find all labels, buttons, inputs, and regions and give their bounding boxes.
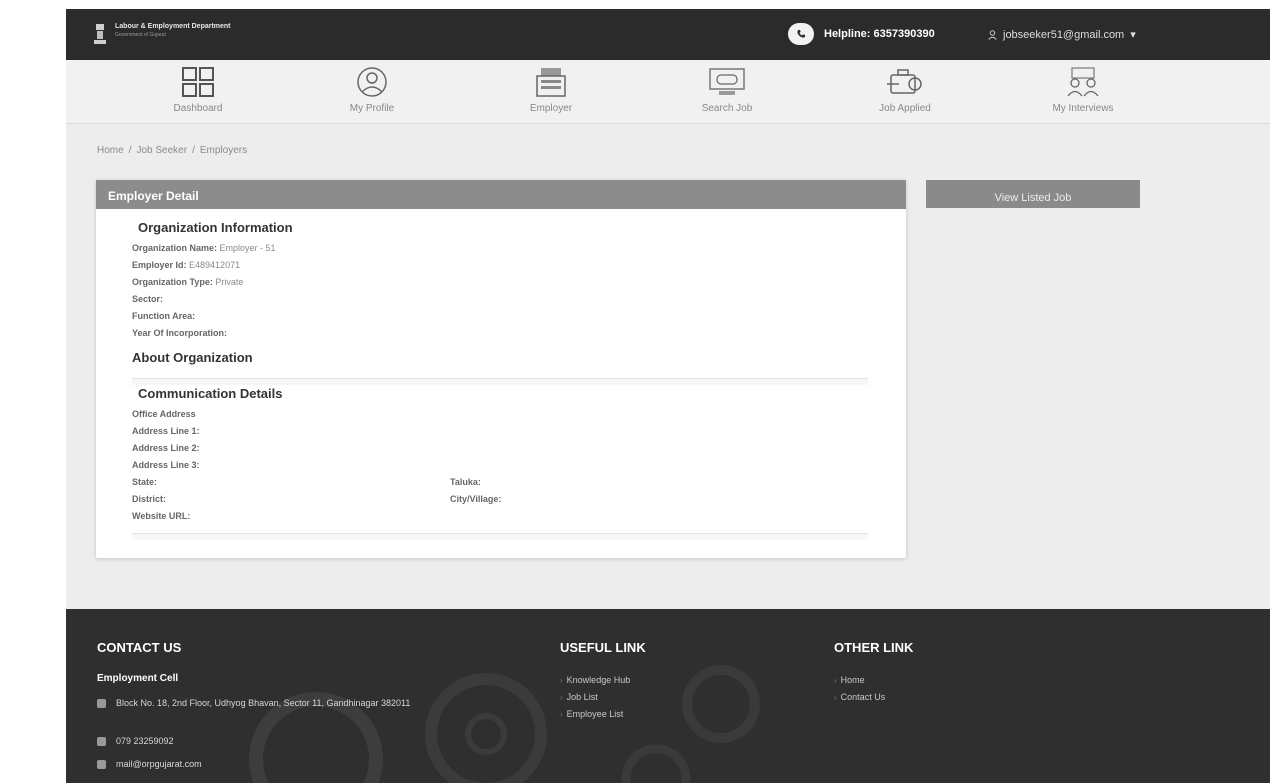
city-village-row: City/Village: [450,494,502,504]
org-info-title: Organization Information [138,220,293,235]
main-content: Home / Job Seeker / Employers Employer Detai… [66,124,1270,609]
location-pin-icon [97,699,106,708]
employer-id-row: Employer Id: E489412071 [132,260,241,270]
divider [132,533,868,540]
government-name: Government of Gujarat [115,32,166,38]
interview-people-icon [1067,67,1099,97]
link-contact-us[interactable]: › Contact Us [834,692,885,702]
breadcrumb-employers: Employers [199,145,248,156]
user-profile-icon [357,67,387,97]
dashboard-grid-icon [182,67,214,97]
search-job-monitor-icon [709,68,745,95]
phone-text: 079 23259092 [116,736,174,746]
about-org-title: About Organization [132,350,253,365]
communication-title: Communication Details [138,386,283,401]
chevron-down-icon: ▾ [1130,29,1136,41]
helpline-number: Helpline: 6357390390 [824,28,935,40]
breadcrumb-job-seeker[interactable]: Job Seeker [136,145,187,156]
mail-icon [97,760,106,769]
nav-my-interviews[interactable]: My Interviews [1023,66,1143,114]
gears-background-icon [249,665,760,783]
year-incorporation-row: Year Of Incorporation: [132,328,228,338]
other-link-heading: OTHER LINK [834,640,914,655]
nav-job-applied[interactable]: Job Applied [845,66,965,114]
phone-row: 079 23259092 [97,735,174,747]
function-area-row: Function Area: [132,311,196,321]
nav-search-job[interactable]: Search Job [667,66,787,114]
chevron-right-icon: › [560,693,563,702]
phone-icon [97,737,106,746]
org-type-row: Organization Type: Private [132,277,244,287]
office-address-label: Office Address [132,409,196,419]
nav-label: Dashboard [173,103,223,114]
card-title: Employer Detail [96,180,906,209]
main-nav: Dashboard My Profile Employer Search Job [66,60,1270,124]
view-listed-job-button[interactable]: View Listed Job [926,180,1140,208]
link-home[interactable]: › Home [834,675,865,685]
briefcase-arrow-icon [887,69,922,94]
address-line-1: Address Line 1: [132,426,200,436]
breadcrumb-home[interactable]: Home [97,145,124,156]
nav-my-profile[interactable]: My Profile [312,66,432,114]
chevron-right-icon: › [834,693,837,702]
breadcrumb: Home / Job Seeker / Employers [97,145,248,156]
nav-employer[interactable]: Employer [491,66,611,114]
employment-cell-name: Employment Cell [97,673,179,684]
district-row: District: [132,494,167,504]
employer-detail-card: Employer Detail Organization Information… [96,180,906,558]
footer: CONTACT US Employment Cell Block No. 18,… [66,609,1270,783]
address-line-3: Address Line 3: [132,460,200,470]
sector-row: Sector: [132,294,164,304]
nav-label: Job Applied [879,103,931,114]
user-icon [988,29,997,40]
state-row: State: [132,477,158,487]
department-logo[interactable]: Labour & Employment Department Governmen… [93,23,231,45]
link-job-list[interactable]: › Job List [560,692,598,702]
nav-label: Search Job [701,103,753,114]
org-name-row: Organization Name: Employer - 51 [132,243,276,253]
building-icon [536,68,566,97]
link-knowledge-hub[interactable]: › Knowledge Hub [560,675,630,685]
user-menu[interactable]: jobseeker51@gmail.com ▾ [988,28,1136,41]
email-row: mail@orpgujarat.com [97,758,202,770]
top-bar: Labour & Employment Department Governmen… [66,9,1270,60]
department-name: Labour & Employment Department [115,23,231,30]
nav-dashboard[interactable]: Dashboard [138,66,258,114]
address-text: Block No. 18, 2nd Floor, Udhyog Bhavan, … [116,698,411,708]
chevron-right-icon: › [834,676,837,685]
user-email: jobseeker51@gmail.com [1003,28,1125,41]
nav-label: My Interviews [1052,103,1114,114]
contact-us-heading: CONTACT US [97,640,182,655]
website-url-row: Website URL: [132,511,191,521]
chevron-right-icon: › [560,676,563,685]
nav-label: Employer [529,103,573,114]
helpline: Helpline: 6357390390 [788,23,935,45]
taluka-row: Taluka: [450,477,481,487]
useful-link-heading: USEFUL LINK [560,640,646,655]
email-text[interactable]: mail@orpgujarat.com [116,758,202,770]
state-emblem-icon [94,24,106,44]
address-line-2: Address Line 2: [132,443,200,453]
nav-label: My Profile [349,103,395,114]
divider [132,378,868,385]
link-employee-list[interactable]: › Employee List [560,709,623,719]
phone-icon [788,23,814,45]
chevron-right-icon: › [560,710,563,719]
address-row: Block No. 18, 2nd Floor, Udhyog Bhavan, … [97,697,517,709]
